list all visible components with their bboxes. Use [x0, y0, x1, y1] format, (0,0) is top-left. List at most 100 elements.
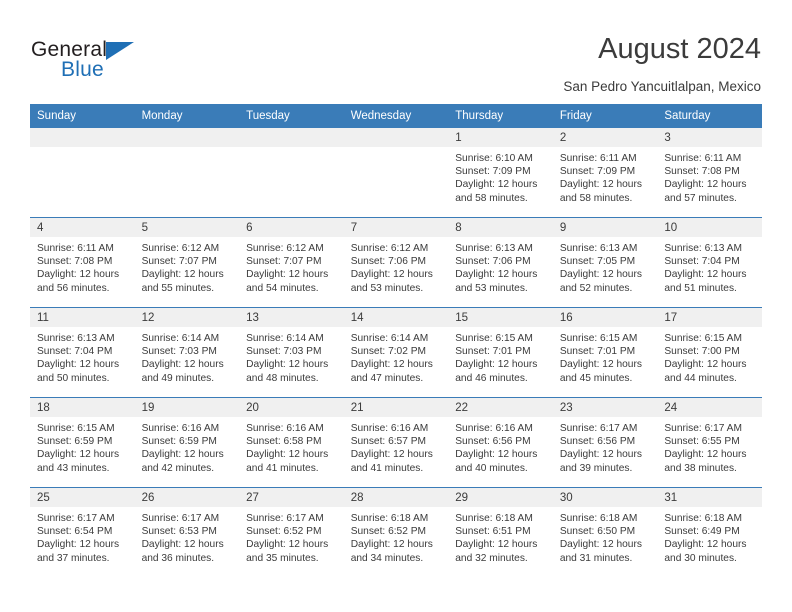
day-number: 3: [657, 128, 762, 147]
daylight-text: Daylight: 12 hours and 40 minutes.: [455, 449, 538, 474]
daylight-text: Daylight: 12 hours and 53 minutes.: [350, 269, 433, 294]
calendar-day-cell[interactable]: 10 Sunrise: 6:13 AM Sunset: 7:04 PM Dayligh…: [657, 217, 762, 308]
sunset-text: Sunset: 6:57 PM: [350, 436, 427, 448]
day-number: 23: [552, 398, 658, 417]
sunset-text: Sunset: 6:53 PM: [141, 526, 217, 538]
calendar-day-cell[interactable]: 7 Sunrise: 6:12 AM Sunset: 7:06 PM Daylight…: [343, 217, 449, 308]
day-details: Sunrise: 6:13 AM Sunset: 7:04 PM Daylight:…: [657, 237, 762, 295]
daylight-text: Daylight: 12 hours and 39 minutes.: [559, 449, 642, 474]
sunrise-text: Sunrise: 6:18 AM: [350, 513, 429, 524]
calendar-page: General Blue August 2024 San Pedro Yancu…: [0, 0, 792, 612]
calendar-day-cell[interactable]: 22 Sunrise: 6:16 AM Sunset: 6:56 PM Dayligh…: [448, 397, 553, 488]
calendar-day-cell[interactable]: 13 Sunrise: 6:14 AM Sunset: 7:03 PM Dayligh…: [239, 307, 344, 398]
day-details: Sunrise: 6:11 AM Sunset: 7:08 PM Daylight:…: [657, 147, 762, 205]
calendar-day-cell[interactable]: 18 Sunrise: 6:15 AM Sunset: 6:59 PM Dayligh…: [30, 397, 135, 488]
daylight-text: Daylight: 12 hours and 34 minutes.: [350, 539, 433, 564]
calendar-day-cell[interactable]: 2 Sunrise: 6:11 AM Sunset: 7:09 PM Daylight…: [552, 128, 658, 218]
calendar-day-cell[interactable]: 19 Sunrise: 6:16 AM Sunset: 6:59 PM Dayligh…: [134, 397, 240, 488]
sunset-text: Sunset: 7:09 PM: [455, 166, 531, 178]
day-number: 10: [657, 218, 762, 237]
sunrise-text: Sunrise: 6:11 AM: [37, 243, 114, 254]
daylight-text: Daylight: 12 hours and 30 minutes.: [664, 539, 747, 564]
calendar-day-cell[interactable]: 25 Sunrise: 6:17 AM Sunset: 6:54 PM Dayligh…: [30, 487, 135, 577]
calendar-day-cell[interactable]: 9 Sunrise: 6:13 AM Sunset: 7:05 PM Daylight…: [552, 217, 658, 308]
weekday-header-sunday: Sunday: [30, 104, 135, 128]
calendar-day-cell[interactable]: 26 Sunrise: 6:17 AM Sunset: 6:53 PM Dayligh…: [134, 487, 240, 577]
day-number: 18: [30, 398, 135, 417]
day-details: Sunrise: 6:14 AM Sunset: 7:03 PM Daylight:…: [135, 327, 240, 385]
calendar-day-cell[interactable]: 16 Sunrise: 6:15 AM Sunset: 7:01 PM Dayligh…: [552, 307, 658, 398]
sunrise-text: Sunrise: 6:12 AM: [246, 243, 324, 254]
sunrise-text: Sunrise: 6:12 AM: [350, 243, 429, 254]
day-number: 7: [343, 218, 449, 237]
day-number: 5: [134, 218, 240, 237]
sunrise-text: Sunrise: 6:10 AM: [455, 153, 533, 164]
calendar-day-cell[interactable]: 14 Sunrise: 6:14 AM Sunset: 7:02 PM Dayligh…: [343, 307, 449, 398]
sunset-text: Sunset: 6:49 PM: [664, 526, 740, 538]
daylight-text: Daylight: 12 hours and 55 minutes.: [141, 269, 224, 294]
calendar-day-cell[interactable]: 15 Sunrise: 6:15 AM Sunset: 7:01 PM Dayligh…: [448, 307, 553, 398]
day-number: 6: [239, 218, 344, 237]
calendar-day-cell[interactable]: 23 Sunrise: 6:17 AM Sunset: 6:56 PM Dayligh…: [552, 397, 658, 488]
day-number: 22: [448, 398, 553, 417]
calendar-day-cell[interactable]: 30 Sunrise: 6:18 AM Sunset: 6:50 PM Dayligh…: [552, 487, 658, 577]
weekday-header-row: Sunday Monday Tuesday Wednesday Thursday…: [30, 104, 762, 128]
day-details: Sunrise: 6:17 AM Sunset: 6:54 PM Daylight:…: [30, 507, 135, 565]
calendar-day-cell[interactable]: 29 Sunrise: 6:18 AM Sunset: 6:51 PM Dayligh…: [448, 487, 553, 577]
day-number: 16: [552, 308, 658, 327]
sunrise-text: Sunrise: 6:18 AM: [559, 513, 638, 524]
weekday-header-friday: Friday: [552, 104, 658, 128]
calendar-day-cell[interactable]: 24 Sunrise: 6:17 AM Sunset: 6:55 PM Dayligh…: [657, 397, 762, 488]
calendar-day-cell[interactable]: 1 Sunrise: 6:10 AM Sunset: 7:09 PM Daylight…: [448, 128, 553, 218]
page-subtitle: San Pedro Yancuitlalpan, Mexico: [563, 79, 761, 94]
day-details: Sunrise: 6:15 AM Sunset: 7:00 PM Daylight:…: [657, 327, 762, 385]
day-details: Sunrise: 6:11 AM Sunset: 7:09 PM Daylight:…: [553, 147, 658, 205]
calendar-day-cell[interactable]: 4 Sunrise: 6:11 AM Sunset: 7:08 PM Daylight…: [30, 217, 135, 308]
daylight-text: Daylight: 12 hours and 31 minutes.: [559, 539, 642, 564]
calendar-day-cell[interactable]: 3 Sunrise: 6:11 AM Sunset: 7:08 PM Daylight…: [657, 128, 762, 218]
calendar-day-cell[interactable]: 20 Sunrise: 6:16 AM Sunset: 6:58 PM Dayligh…: [239, 397, 344, 488]
calendar-week-row: 25 Sunrise: 6:17 AM Sunset: 6:54 PM Dayligh…: [30, 487, 762, 577]
day-details: Sunrise: 6:18 AM Sunset: 6:51 PM Daylight:…: [448, 507, 553, 565]
sunrise-text: Sunrise: 6:15 AM: [37, 423, 115, 434]
day-details: Sunrise: 6:17 AM Sunset: 6:52 PM Daylight:…: [239, 507, 344, 565]
calendar-day-cell[interactable]: 6 Sunrise: 6:12 AM Sunset: 7:07 PM Daylight…: [239, 217, 344, 308]
calendar-day-cell[interactable]: 5 Sunrise: 6:12 AM Sunset: 7:07 PM Daylight…: [134, 217, 240, 308]
daylight-text: Daylight: 12 hours and 46 minutes.: [455, 359, 538, 384]
day-number: 9: [552, 218, 658, 237]
sunrise-text: Sunrise: 6:13 AM: [664, 243, 742, 254]
weekday-header-monday: Monday: [134, 104, 240, 128]
calendar-grid: Sunday Monday Tuesday Wednesday Thursday…: [30, 104, 762, 577]
day-number: 31: [657, 488, 762, 507]
day-number: 29: [448, 488, 553, 507]
sunset-text: Sunset: 6:58 PM: [246, 436, 322, 448]
sunset-text: Sunset: 6:55 PM: [664, 436, 740, 448]
calendar-day-cell[interactable]: 27 Sunrise: 6:17 AM Sunset: 6:52 PM Dayligh…: [239, 487, 344, 577]
calendar-day-cell[interactable]: 17 Sunrise: 6:15 AM Sunset: 7:00 PM Dayligh…: [657, 307, 762, 398]
calendar-week-row: 11 Sunrise: 6:13 AM Sunset: 7:04 PM Dayligh…: [30, 307, 762, 398]
sunrise-text: Sunrise: 6:15 AM: [664, 333, 742, 344]
general-blue-logo[interactable]: General Blue: [31, 38, 271, 90]
calendar-day-cell[interactable]: 31 Sunrise: 6:18 AM Sunset: 6:49 PM Dayligh…: [657, 487, 762, 577]
weekday-header-saturday: Saturday: [657, 104, 762, 128]
calendar-day-cell[interactable]: 21 Sunrise: 6:16 AM Sunset: 6:57 PM Dayligh…: [343, 397, 449, 488]
sunrise-text: Sunrise: 6:12 AM: [141, 243, 220, 254]
day-number: 17: [657, 308, 762, 327]
calendar-cell-empty: [239, 128, 344, 218]
calendar-day-cell[interactable]: 8 Sunrise: 6:13 AM Sunset: 7:06 PM Daylight…: [448, 217, 553, 308]
daylight-text: Daylight: 12 hours and 58 minutes.: [559, 179, 642, 204]
sunset-text: Sunset: 7:07 PM: [246, 256, 322, 268]
sunset-text: Sunset: 7:03 PM: [246, 346, 322, 358]
page-header: General Blue August 2024 San Pedro Yancu…: [0, 0, 792, 100]
calendar-day-cell[interactable]: 12 Sunrise: 6:14 AM Sunset: 7:03 PM Dayligh…: [134, 307, 240, 398]
day-number: 25: [30, 488, 135, 507]
calendar-day-cell[interactable]: 28 Sunrise: 6:18 AM Sunset: 6:52 PM Dayligh…: [343, 487, 449, 577]
daylight-text: Daylight: 12 hours and 54 minutes.: [246, 269, 329, 294]
daylight-text: Daylight: 12 hours and 48 minutes.: [246, 359, 329, 384]
day-number: 27: [239, 488, 344, 507]
sunset-text: Sunset: 6:51 PM: [455, 526, 531, 538]
day-details: Sunrise: 6:12 AM Sunset: 7:07 PM Daylight:…: [135, 237, 240, 295]
calendar-day-cell[interactable]: 11 Sunrise: 6:13 AM Sunset: 7:04 PM Dayligh…: [30, 307, 135, 398]
day-number: 15: [448, 308, 553, 327]
day-details: Sunrise: 6:11 AM Sunset: 7:08 PM Daylight:…: [30, 237, 135, 295]
